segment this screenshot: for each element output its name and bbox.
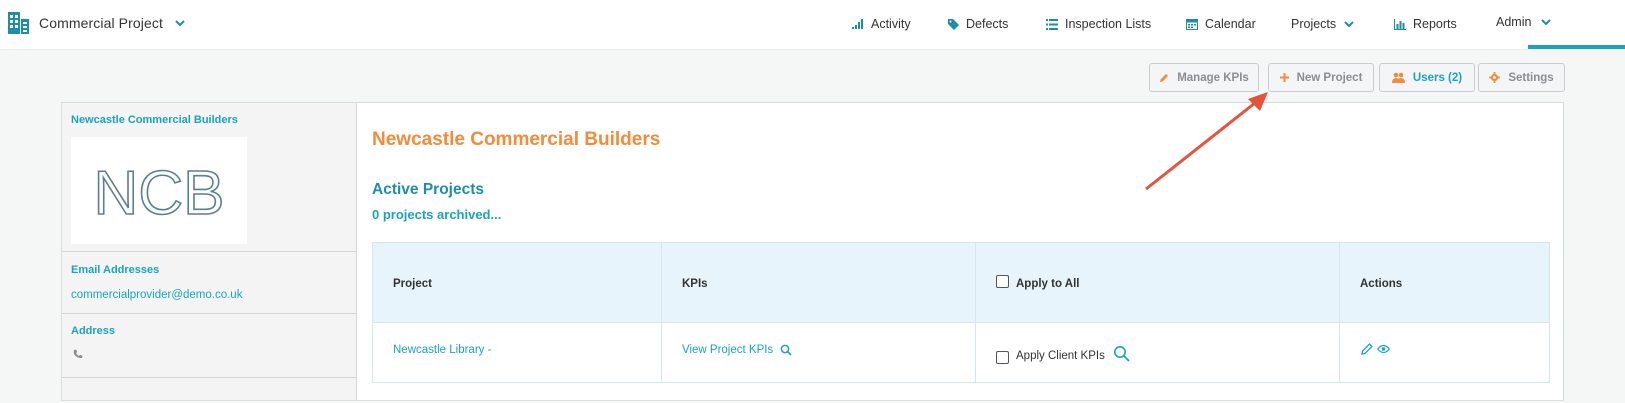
nav-admin-label: Admin bbox=[1496, 15, 1532, 29]
email-link[interactable]: commercialprovider@demo.co.uk bbox=[71, 289, 242, 301]
nav-defects[interactable]: Defects bbox=[948, 17, 1008, 31]
gear-icon bbox=[1489, 72, 1501, 83]
project-link[interactable]: Newcastle Library - bbox=[393, 344, 491, 356]
users-icon bbox=[1391, 72, 1405, 83]
users-label: Users (2) bbox=[1412, 71, 1463, 84]
address-heading: Address bbox=[71, 325, 116, 337]
nav-inspection-lists-label: Inspection Lists bbox=[1065, 17, 1152, 31]
active-projects-heading: Active Projects bbox=[372, 181, 484, 198]
company-info-section: Newcastle Commercial Builders NCB bbox=[62, 103, 357, 252]
list-icon bbox=[1046, 18, 1058, 30]
settings-label: Settings bbox=[1508, 71, 1554, 84]
calendar-icon bbox=[1186, 19, 1198, 30]
column-divider bbox=[975, 243, 976, 382]
nav-activity-label: Activity bbox=[871, 17, 911, 31]
header-project: Project bbox=[393, 278, 432, 290]
company-logo: NCB bbox=[71, 137, 247, 244]
users-button[interactable]: Users (2) bbox=[1379, 63, 1475, 92]
nav-reports[interactable]: Reports bbox=[1394, 17, 1457, 31]
nav-reports-label: Reports bbox=[1413, 17, 1457, 31]
signal-bars-icon bbox=[852, 19, 863, 29]
nav-defects-label: Defects bbox=[966, 17, 1009, 31]
eye-icon[interactable] bbox=[1377, 344, 1390, 354]
chevron-down-icon bbox=[1541, 19, 1552, 26]
projects-table: Project KPIs Apply to All Actions Newcas… bbox=[372, 242, 1550, 383]
nav-calendar-label: Calendar bbox=[1205, 17, 1256, 31]
search-icon[interactable] bbox=[1113, 345, 1130, 362]
apply-client-kpis-label: Apply Client KPIs bbox=[1016, 350, 1105, 362]
active-nav-indicator bbox=[1528, 45, 1625, 49]
plus-icon bbox=[1279, 73, 1289, 82]
edit-pencil-icon[interactable] bbox=[1361, 343, 1373, 355]
search-icon bbox=[780, 344, 792, 356]
nav-inspection-lists[interactable]: Inspection Lists bbox=[1046, 17, 1151, 31]
top-navigation: Commercial Project Activity Defects Insp… bbox=[0, 0, 1625, 50]
tag-icon bbox=[948, 18, 959, 30]
phone-icon bbox=[73, 349, 83, 359]
nav-admin[interactable]: Admin bbox=[1496, 15, 1552, 29]
nav-activity[interactable]: Activity bbox=[852, 17, 911, 31]
archived-projects-link[interactable]: 0 projects archived... bbox=[372, 207, 501, 222]
email-heading: Email Addresses bbox=[71, 264, 160, 276]
company-panel: Newcastle Commercial Builders NCB Email … bbox=[61, 102, 1564, 401]
header-actions: Actions bbox=[1360, 278, 1403, 290]
bar-chart-icon bbox=[1394, 18, 1406, 30]
annotation-arrow bbox=[1145, 92, 1268, 191]
building-icon bbox=[8, 12, 29, 34]
header-kpis: KPIs bbox=[682, 278, 708, 290]
column-divider bbox=[1339, 243, 1340, 382]
sidebar-company-name: Newcastle Commercial Builders bbox=[71, 114, 238, 126]
project-name: Commercial Project bbox=[39, 15, 163, 31]
manage-kpis-label: Manage KPIs bbox=[1177, 71, 1249, 84]
apply-to-all-checkbox[interactable] bbox=[996, 275, 1009, 288]
settings-button[interactable]: Settings bbox=[1478, 63, 1565, 92]
company-title: Newcastle Commercial Builders bbox=[372, 129, 661, 150]
nav-projects[interactable]: Projects bbox=[1291, 17, 1354, 31]
pencil-icon bbox=[1160, 73, 1169, 82]
new-project-button[interactable]: New Project bbox=[1268, 63, 1374, 92]
email-section: Email Addresses bbox=[62, 252, 357, 314]
project-switcher[interactable]: Commercial Project bbox=[8, 12, 185, 34]
view-project-kpis-label: View Project KPIs bbox=[682, 344, 774, 356]
nav-projects-label: Projects bbox=[1291, 17, 1337, 31]
new-project-label: New Project bbox=[1296, 71, 1363, 84]
nav-calendar[interactable]: Calendar bbox=[1186, 17, 1256, 31]
chevron-down-icon bbox=[1344, 21, 1354, 28]
apply-client-kpis-checkbox[interactable] bbox=[996, 351, 1009, 364]
company-sidebar: Newcastle Commercial Builders NCB Email … bbox=[62, 103, 357, 400]
column-divider bbox=[661, 243, 662, 382]
view-project-kpis-link[interactable]: View Project KPIs bbox=[682, 344, 792, 356]
logo-text: NCB bbox=[94, 159, 225, 226]
address-section: Address bbox=[62, 314, 357, 378]
header-apply-to-all: Apply to All bbox=[1016, 278, 1080, 290]
chevron-down-icon bbox=[175, 20, 185, 27]
company-logo-mark: NCB bbox=[93, 158, 226, 226]
